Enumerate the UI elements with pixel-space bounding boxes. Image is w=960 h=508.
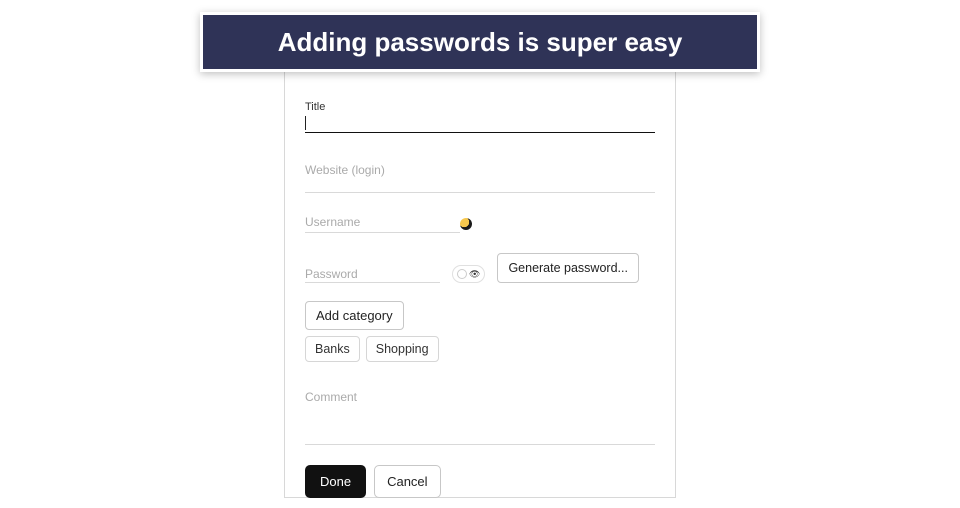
headline-text: Adding passwords is super easy xyxy=(278,27,683,58)
comment-input[interactable] xyxy=(305,444,655,445)
title-input[interactable] xyxy=(305,115,655,133)
title-label: Title xyxy=(305,101,655,113)
cancel-button[interactable]: Cancel xyxy=(374,465,440,498)
password-row: Password 👁 Generate password... xyxy=(305,253,655,283)
text-caret xyxy=(305,116,306,130)
add-category-button[interactable]: Add category xyxy=(305,301,404,330)
footer-actions: Done Cancel xyxy=(305,465,655,498)
category-chip[interactable]: Banks xyxy=(305,336,360,362)
headline-banner: Adding passwords is super easy xyxy=(200,12,760,72)
category-chip[interactable]: Shopping xyxy=(366,336,439,362)
password-field[interactable]: Password xyxy=(305,267,440,283)
comment-field[interactable]: Comment xyxy=(305,390,655,445)
category-section: Add category Banks Shopping xyxy=(305,301,655,362)
add-password-panel: Title Website (login) Username Password xyxy=(284,58,676,498)
toggle-knob xyxy=(457,269,467,279)
username-input[interactable] xyxy=(305,217,460,233)
username-field[interactable]: Username xyxy=(305,215,655,233)
website-label: Website (login) xyxy=(305,163,655,177)
website-field[interactable]: Website (login) xyxy=(305,163,655,193)
comment-label: Comment xyxy=(305,390,655,404)
eye-icon: 👁 xyxy=(469,270,480,279)
generate-password-button[interactable]: Generate password... xyxy=(497,253,639,283)
title-field[interactable]: Title xyxy=(305,101,655,133)
website-input[interactable] xyxy=(305,177,655,193)
show-password-toggle[interactable]: 👁 xyxy=(452,265,485,283)
done-button[interactable]: Done xyxy=(305,465,366,498)
norton-icon xyxy=(460,217,474,231)
